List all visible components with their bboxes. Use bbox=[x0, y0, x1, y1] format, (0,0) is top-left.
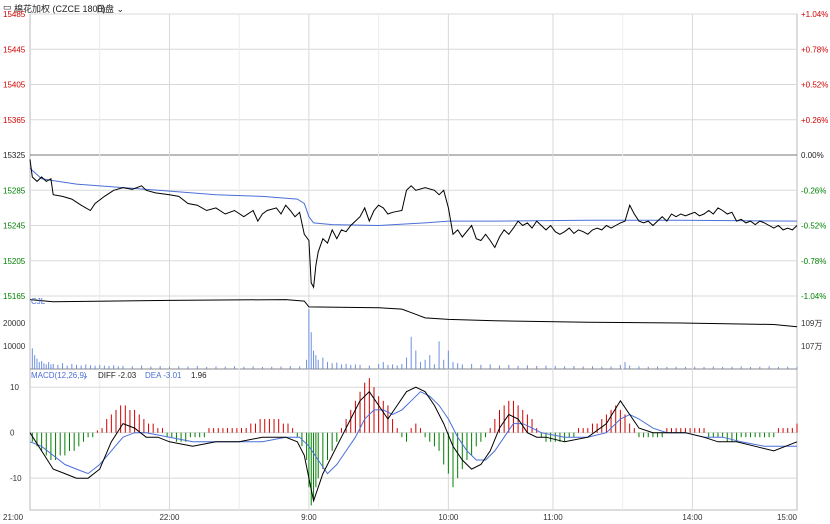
percent-tick-label: -0.52% bbox=[801, 222, 826, 231]
macd-dropdown-icon[interactable]: ⌄ bbox=[82, 371, 89, 380]
volume-bars bbox=[31, 309, 798, 369]
intraday-chart: CJL MACD(12,26,9) ⌄ DIFF -2.03 DEA -3.01… bbox=[3, 10, 828, 522]
percent-tick-label: +1.04% bbox=[801, 10, 828, 19]
volume-legend-label: CJL bbox=[31, 297, 46, 306]
oi-tick-label: 107万 bbox=[801, 342, 822, 351]
chart-grid bbox=[29, 13, 798, 511]
dea-legend-label: DEA -3.01 bbox=[145, 371, 182, 380]
time-tick-label: 14:00 bbox=[682, 513, 703, 522]
price-tick-label: 15245 bbox=[3, 222, 26, 231]
price-tick-label: 15285 bbox=[3, 186, 26, 195]
time-tick-label: 22:00 bbox=[159, 513, 180, 522]
diff-legend-label: DIFF -2.03 bbox=[98, 371, 137, 380]
macd-value-label: 1.96 bbox=[191, 371, 207, 380]
price-panel bbox=[29, 159, 798, 289]
percent-tick-label: +0.52% bbox=[801, 81, 828, 90]
price-tick-label: 15485 bbox=[3, 10, 26, 19]
percent-tick-label: +0.78% bbox=[801, 45, 828, 54]
time-tick-label: 9:00 bbox=[301, 513, 317, 522]
price-tick-label: 15325 bbox=[3, 151, 26, 160]
volume-tick-label: 10000 bbox=[3, 342, 26, 351]
axes: 15485 +1.04% 15445 +0.78% 15405 +0.52% 15365 +0… bbox=[3, 10, 828, 522]
price-tick-label: 15205 bbox=[3, 257, 26, 266]
time-tick-label: 15:00 bbox=[777, 513, 798, 522]
time-tick-label: 10:00 bbox=[438, 513, 459, 522]
price-tick-label: 15445 bbox=[3, 45, 26, 54]
macd-tick-label: 0 bbox=[10, 429, 15, 438]
macd-tick-label: 10 bbox=[10, 383, 19, 392]
time-tick-label: 11:00 bbox=[543, 513, 563, 522]
percent-tick-label: 0.00% bbox=[801, 151, 824, 160]
macd-tick-label: -10 bbox=[10, 474, 22, 483]
time-tick-label: 21:00 bbox=[3, 513, 24, 522]
percent-tick-label: +0.26% bbox=[801, 116, 828, 125]
open-interest-line bbox=[29, 299, 798, 328]
percent-tick-label: -0.78% bbox=[801, 257, 826, 266]
volume-tick-label: 20000 bbox=[3, 319, 26, 328]
price-tick-label: 15165 bbox=[3, 292, 26, 301]
macd-legend-label[interactable]: MACD(12,26,9) bbox=[31, 371, 87, 380]
oi-tick-label: 109万 bbox=[801, 319, 822, 328]
macd-panel: MACD(12,26,9) ⌄ DIFF -2.03 DEA -3.01 1.9… bbox=[29, 371, 798, 506]
percent-tick-label: -0.26% bbox=[801, 186, 826, 195]
average-price-line bbox=[29, 167, 798, 227]
price-tick-label: 15405 bbox=[3, 81, 26, 90]
diff-line bbox=[29, 386, 798, 503]
price-tick-label: 15365 bbox=[3, 116, 26, 125]
percent-tick-label: -1.04% bbox=[801, 292, 826, 301]
volume-panel: CJL bbox=[29, 297, 798, 369]
